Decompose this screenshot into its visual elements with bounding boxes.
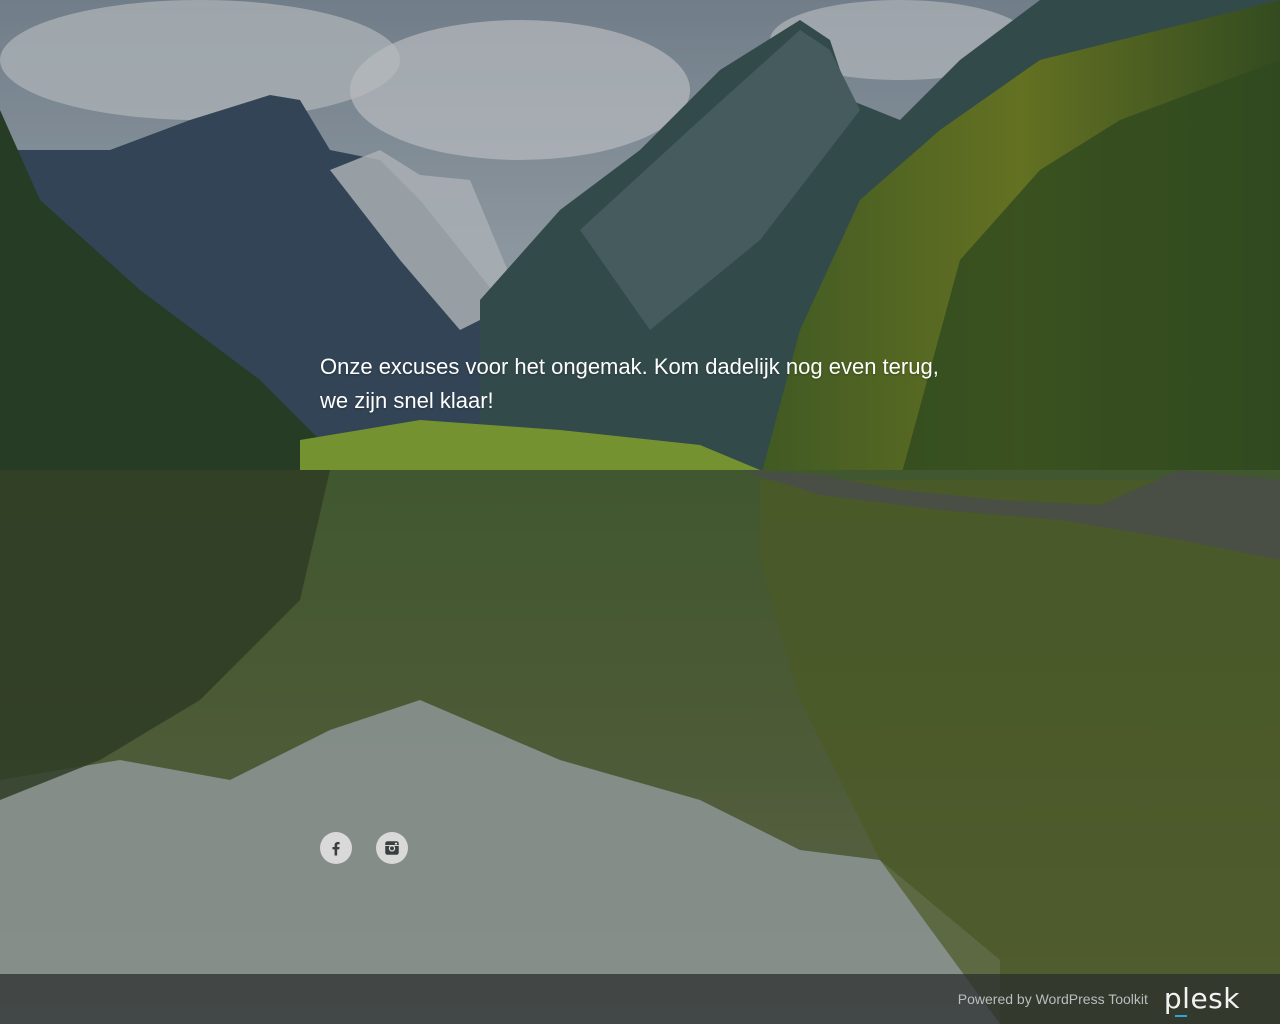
facebook-link[interactable] [320, 832, 352, 864]
maintenance-message: Onze excuses voor het ongemak. Kom dadel… [320, 354, 939, 413]
maintenance-page: Onze excuses voor het ongemak. Kom dadel… [0, 0, 1280, 1024]
powered-by-text: Powered by WordPress Toolkit [958, 991, 1148, 1007]
footer-bar: Powered by WordPress Toolkit plesk [0, 974, 1280, 1024]
plesk-logo[interactable]: plesk [1163, 982, 1240, 1017]
background-dim-overlay [0, 0, 1280, 1024]
wordpress-toolkit-link[interactable]: WordPress Toolkit [1036, 991, 1148, 1007]
powered-by-prefix: Powered by [957, 991, 1036, 1007]
facebook-icon [332, 842, 340, 856]
footer-credits: Powered by WordPress Toolkit plesk [958, 974, 1240, 1024]
plesk-logo-accent [1174, 1015, 1187, 1017]
instagram-icon [385, 841, 399, 855]
social-links [320, 832, 408, 864]
plesk-logo-text: plesk [1163, 982, 1240, 1015]
instagram-link[interactable] [376, 832, 408, 864]
